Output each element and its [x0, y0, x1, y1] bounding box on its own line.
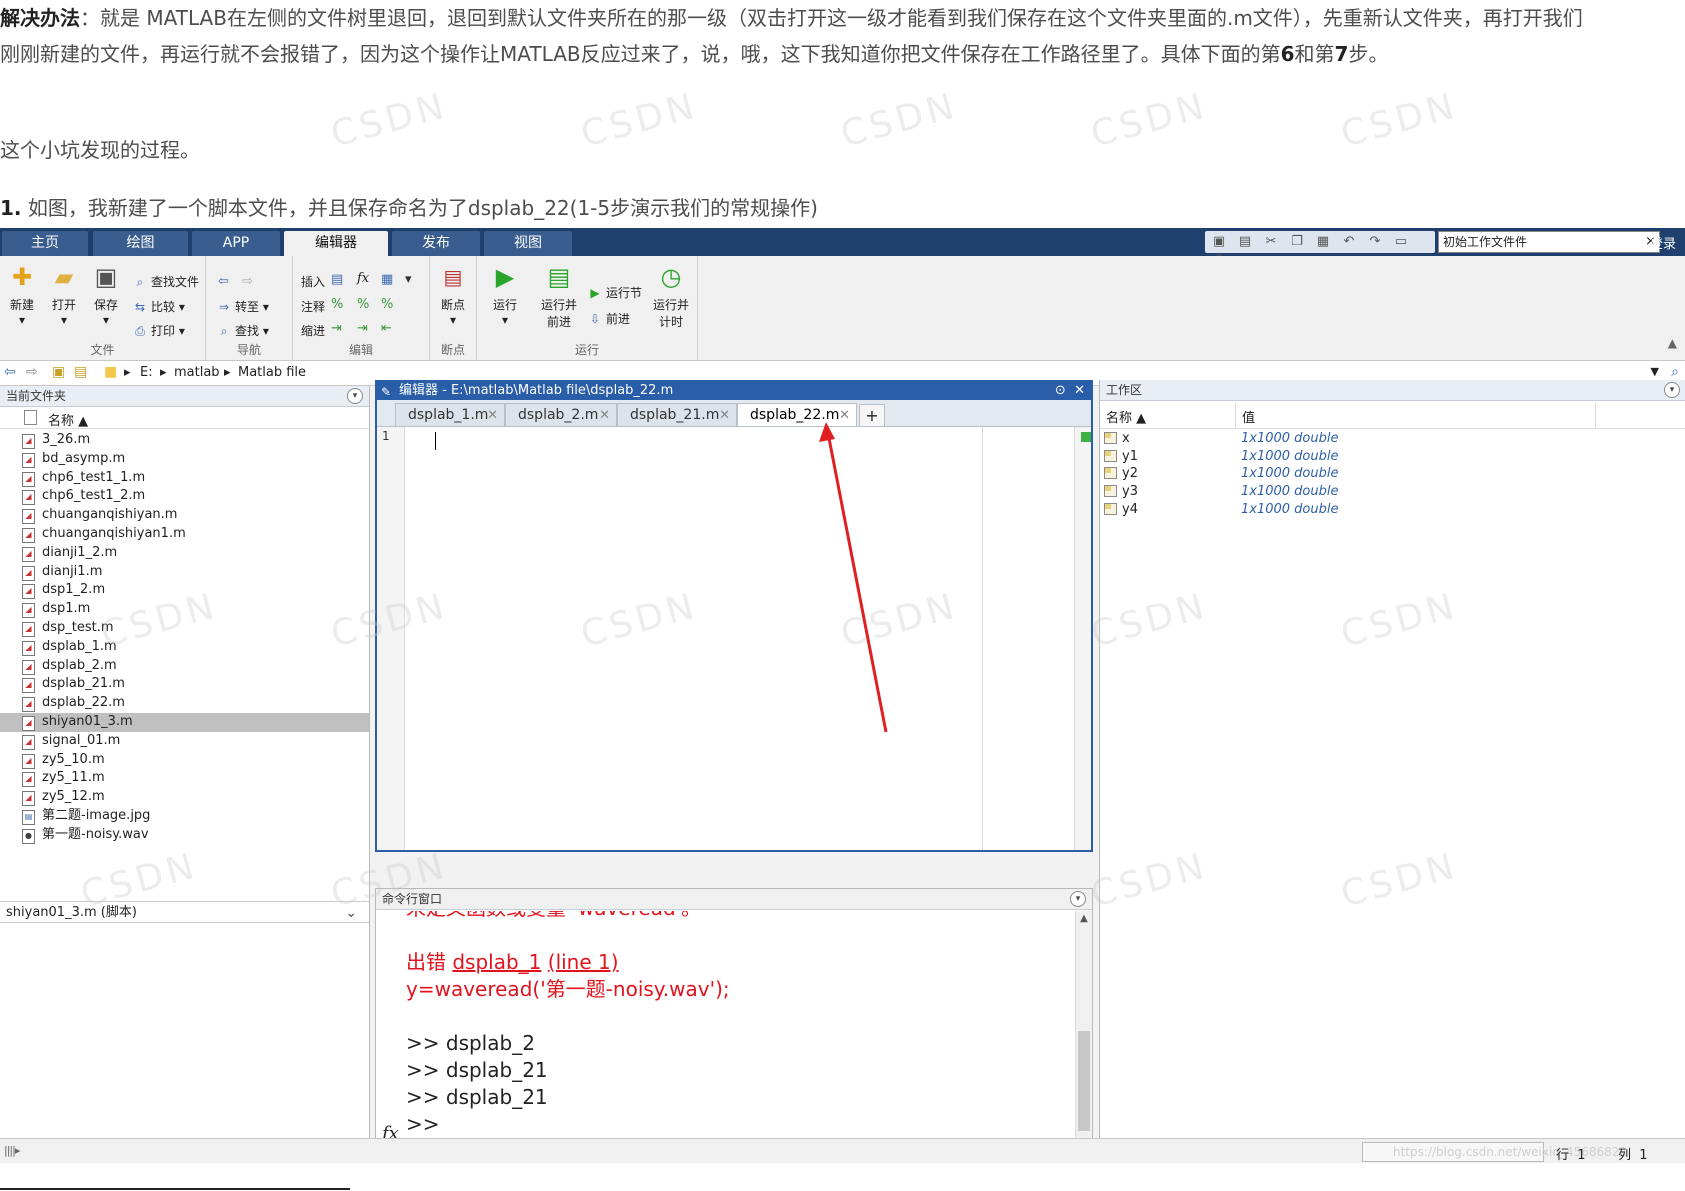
annotation-arrow-head — [819, 422, 835, 442]
article-paragraph-step1: 1. 如图，我新建了一个脚本文件，并且保存命名为了dsplab_22(1-5步演… — [0, 196, 818, 220]
csdn-watermark: CSDN — [1086, 85, 1212, 156]
csdn-watermark: CSDN — [326, 85, 452, 156]
matlab-window: 主页 绘图 APP 编辑器 发布 视图 ▣▤✂❐▦↶↷▭? 初始工作文件件× 登… — [0, 228, 1685, 1163]
csdn-watermark: CSDN — [836, 85, 962, 156]
csdn-watermark: CSDN — [576, 85, 702, 156]
annotation-arrow-line — [826, 432, 888, 733]
article-paragraph-process: 这个小坑发现的过程。 — [0, 138, 200, 162]
divider — [0, 1188, 350, 1190]
article-paragraph-solution: 解决办法：就是 MATLAB在左侧的文件树里退回，退回到默认文件夹所在的那一级（… — [0, 6, 1583, 66]
csdn-watermark: CSDN — [1336, 85, 1462, 156]
annotation-arrow — [819, 422, 888, 733]
